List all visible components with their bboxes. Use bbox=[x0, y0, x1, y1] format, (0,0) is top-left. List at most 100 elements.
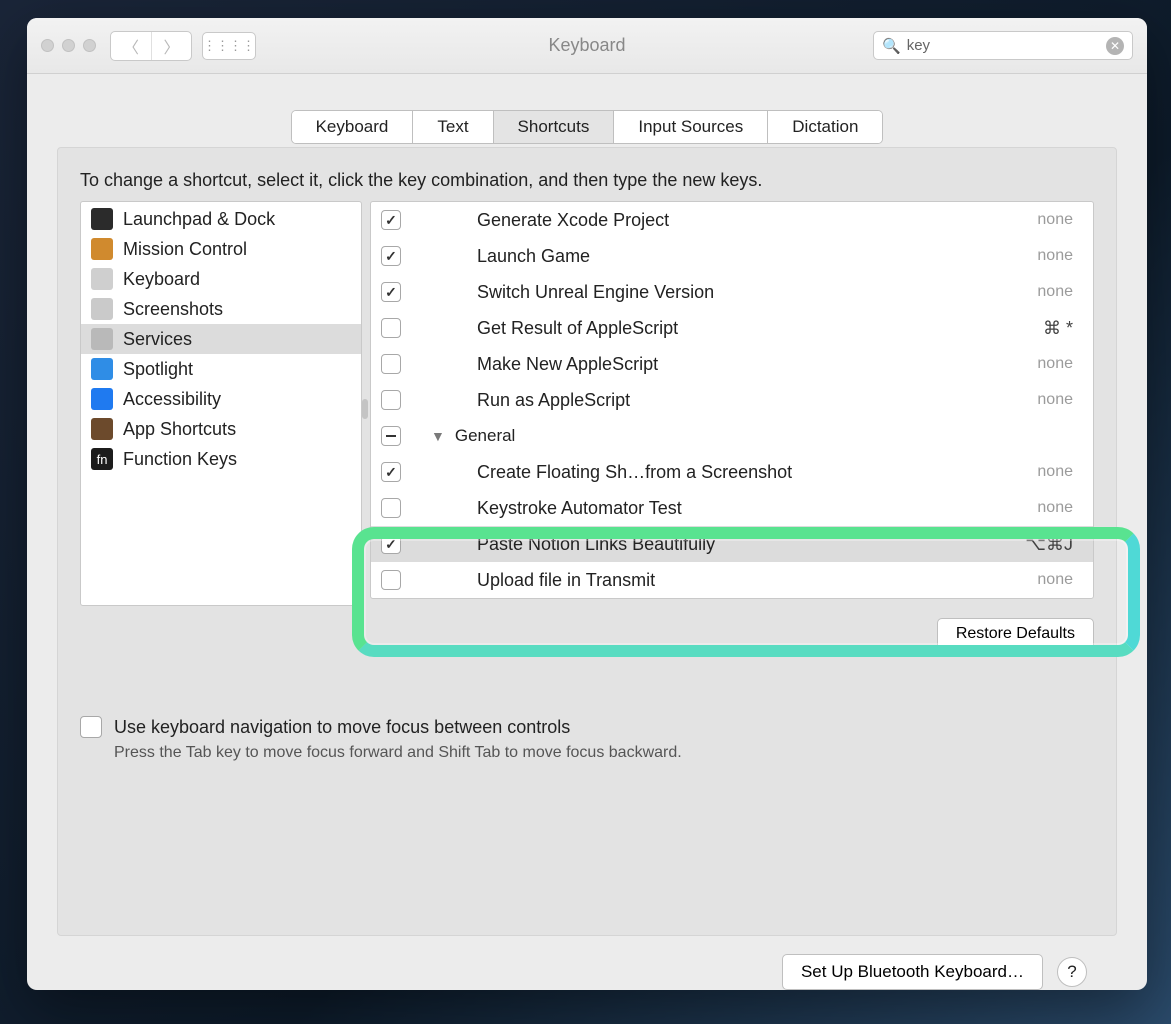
footer-block: Use keyboard navigation to move focus be… bbox=[80, 716, 1094, 762]
checkbox[interactable] bbox=[381, 498, 401, 518]
shortcut-row[interactable]: Upload file in Transmit none bbox=[371, 562, 1093, 598]
sidebar-item-label: Launchpad & Dock bbox=[123, 209, 275, 230]
show-all-button[interactable]: ⋮⋮⋮⋮ bbox=[202, 32, 256, 60]
category-icon bbox=[91, 328, 113, 350]
checkbox[interactable] bbox=[381, 318, 401, 338]
category-icon bbox=[91, 208, 113, 230]
sidebar-item-app-shortcuts[interactable]: App Shortcuts bbox=[81, 414, 361, 444]
checkbox[interactable] bbox=[381, 246, 401, 266]
shortcut-keys[interactable]: none bbox=[1037, 247, 1093, 265]
checkbox[interactable] bbox=[381, 426, 401, 446]
checkbox[interactable] bbox=[381, 462, 401, 482]
grid-icon: ⋮⋮⋮⋮ bbox=[203, 38, 255, 54]
tabs: KeyboardTextShortcutsInput SourcesDictat… bbox=[291, 110, 884, 144]
disclosure-triangle-icon[interactable]: ▼ bbox=[431, 428, 445, 444]
checkbox[interactable] bbox=[381, 210, 401, 230]
keyboard-nav-label: Use keyboard navigation to move focus be… bbox=[114, 717, 570, 738]
shortcuts-panel: To change a shortcut, select it, click t… bbox=[57, 147, 1117, 936]
category-icon bbox=[91, 388, 113, 410]
checkbox[interactable] bbox=[381, 534, 401, 554]
scrollbar-thumb[interactable] bbox=[362, 399, 368, 419]
shortcut-keys[interactable]: none bbox=[1037, 391, 1093, 409]
setup-bluetooth-button[interactable]: Set Up Bluetooth Keyboard… bbox=[782, 954, 1043, 990]
shortcut-keys[interactable]: none bbox=[1037, 283, 1093, 301]
shortcut-label: Switch Unreal Engine Version bbox=[477, 282, 1029, 303]
checkbox[interactable] bbox=[381, 282, 401, 302]
tab-input-sources[interactable]: Input Sources bbox=[614, 111, 768, 143]
sidebar-item-services[interactable]: Services bbox=[81, 324, 361, 354]
shortcut-keys[interactable]: none bbox=[1037, 355, 1093, 373]
shortcut-label: Run as AppleScript bbox=[477, 390, 1029, 411]
minimize-window-icon[interactable] bbox=[62, 39, 75, 52]
shortcut-keys[interactable]: ⌘ * bbox=[1043, 318, 1093, 339]
category-icon: fn bbox=[91, 448, 113, 470]
sidebar-item-keyboard[interactable]: Keyboard bbox=[81, 264, 361, 294]
sidebar-item-spotlight[interactable]: Spotlight bbox=[81, 354, 361, 384]
category-sidebar[interactable]: Launchpad & Dock Mission Control Keyboard S… bbox=[80, 201, 362, 606]
shortcut-list[interactable]: Generate Xcode Project none Launch Game non… bbox=[370, 201, 1094, 599]
search-input[interactable] bbox=[907, 37, 1106, 54]
shortcut-keys[interactable]: none bbox=[1037, 463, 1093, 481]
sidebar-item-launchpad-dock[interactable]: Launchpad & Dock bbox=[81, 204, 361, 234]
shortcut-row[interactable]: Make New AppleScript none bbox=[371, 346, 1093, 382]
clear-search-button[interactable]: ✕ bbox=[1106, 37, 1124, 55]
sidebar-item-screenshots[interactable]: Screenshots bbox=[81, 294, 361, 324]
restore-defaults-button[interactable]: Restore Defaults bbox=[937, 618, 1094, 650]
shortcut-row[interactable]: Create Floating Sh…from a Screenshotnone bbox=[371, 454, 1093, 490]
shortcut-label: Keystroke Automator Test bbox=[477, 498, 1029, 519]
sidebar-item-label: Accessibility bbox=[123, 389, 221, 410]
help-button[interactable]: ? bbox=[1057, 957, 1087, 987]
sidebar-item-label: Mission Control bbox=[123, 239, 247, 260]
zoom-window-icon[interactable] bbox=[83, 39, 96, 52]
shortcut-row[interactable]: Switch Unreal Engine Version none bbox=[371, 274, 1093, 310]
checkbox[interactable] bbox=[381, 390, 401, 410]
sidebar-item-label: Keyboard bbox=[123, 269, 200, 290]
forward-button[interactable]: 〉 bbox=[151, 32, 191, 60]
shortcut-keys[interactable]: ⌥⌘J bbox=[1025, 534, 1093, 555]
shortcut-row[interactable]: Paste Notion Links Beautifully ⌥⌘J bbox=[371, 526, 1093, 562]
category-icon bbox=[91, 238, 113, 260]
tab-keyboard[interactable]: Keyboard bbox=[292, 111, 414, 143]
chevron-left-icon: 〈 bbox=[123, 34, 139, 58]
shortcut-label: Make New AppleScript bbox=[477, 354, 1029, 375]
sidebar-item-accessibility[interactable]: Accessibility bbox=[81, 384, 361, 414]
keyboard-nav-option[interactable]: Use keyboard navigation to move focus be… bbox=[80, 716, 1094, 738]
keyboard-nav-subtext: Press the Tab key to move focus forward … bbox=[114, 744, 1094, 762]
sidebar-item-mission-control[interactable]: Mission Control bbox=[81, 234, 361, 264]
close-window-icon[interactable] bbox=[41, 39, 54, 52]
shortcut-label: Paste Notion Links Beautifully bbox=[477, 534, 1017, 555]
shortcut-row[interactable]: Get Result of AppleScript ⌘ * bbox=[371, 310, 1093, 346]
shortcut-label: Generate Xcode Project bbox=[477, 210, 1029, 231]
nav-group: 〈 〉 bbox=[110, 31, 192, 61]
traffic-lights bbox=[41, 39, 96, 52]
shortcut-keys[interactable]: none bbox=[1037, 499, 1093, 517]
back-button[interactable]: 〈 bbox=[111, 32, 151, 60]
tab-shortcuts[interactable]: Shortcuts bbox=[494, 111, 615, 143]
chevron-right-icon: 〉 bbox=[163, 34, 179, 58]
shortcut-group-header[interactable]: ▼ General bbox=[371, 418, 1093, 454]
checkbox[interactable] bbox=[381, 570, 401, 590]
checkbox-icon[interactable] bbox=[80, 716, 102, 738]
shortcut-row[interactable]: Generate Xcode Project none bbox=[371, 202, 1093, 238]
window-body: KeyboardTextShortcutsInput SourcesDictat… bbox=[27, 74, 1147, 990]
category-icon bbox=[91, 268, 113, 290]
group-label: General bbox=[455, 426, 515, 446]
sidebar-item-function-keys[interactable]: fn Function Keys bbox=[81, 444, 361, 474]
sidebar-item-label: App Shortcuts bbox=[123, 419, 236, 440]
list-area: Launchpad & Dock Mission Control Keyboard S… bbox=[80, 201, 1094, 606]
shortcut-label: Launch Game bbox=[477, 246, 1029, 267]
shortcut-row[interactable]: Keystroke Automator Test none bbox=[371, 490, 1093, 526]
window-title: Keyboard bbox=[548, 35, 625, 56]
shortcut-keys[interactable]: none bbox=[1037, 211, 1093, 229]
search-field-wrap[interactable]: 🔍 ✕ bbox=[873, 31, 1133, 60]
shortcut-label: Upload file in Transmit bbox=[477, 570, 1029, 591]
tab-dictation[interactable]: Dictation bbox=[768, 111, 882, 143]
shortcut-row[interactable]: Launch Game none bbox=[371, 238, 1093, 274]
shortcut-label: Get Result of AppleScript bbox=[477, 318, 1035, 339]
shortcut-keys[interactable]: none bbox=[1037, 571, 1093, 589]
checkbox[interactable] bbox=[381, 354, 401, 374]
sidebar-item-label: Spotlight bbox=[123, 359, 193, 380]
shortcut-row[interactable]: Run as AppleScript none bbox=[371, 382, 1093, 418]
tab-text[interactable]: Text bbox=[413, 111, 493, 143]
sidebar-item-label: Function Keys bbox=[123, 449, 237, 470]
